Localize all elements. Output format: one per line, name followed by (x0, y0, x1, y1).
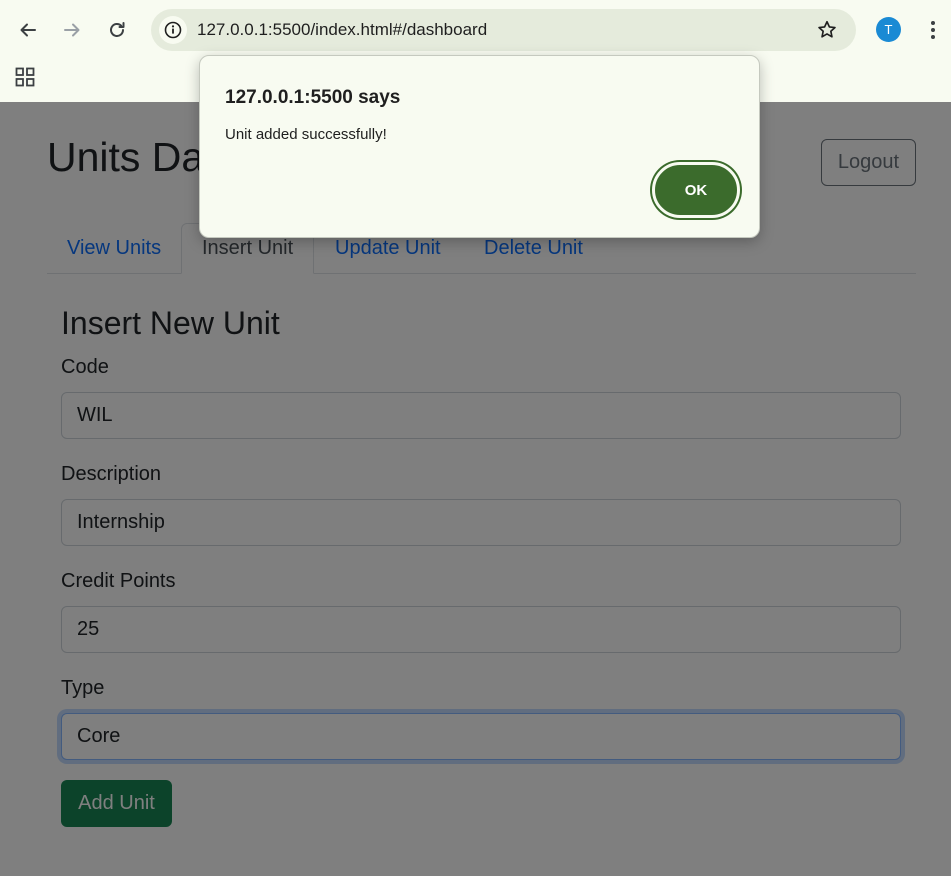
reload-icon (110, 22, 125, 37)
ok-button[interactable]: OK (652, 162, 740, 218)
dialog-message: Unit added successfully! (225, 126, 387, 143)
profile-avatar[interactable]: T (876, 17, 901, 42)
bookmark-star-icon[interactable] (816, 19, 838, 41)
apps-grid-icon[interactable] (15, 67, 35, 87)
back-button[interactable] (11, 13, 45, 47)
more-menu-icon[interactable] (922, 18, 944, 42)
url-text[interactable]: 127.0.0.1:5500/index.html#/dashboard (197, 20, 487, 40)
forward-button[interactable] (55, 13, 89, 47)
site-info-icon[interactable] (159, 16, 187, 44)
alert-dialog: 127.0.0.1:5500 says Unit added successfu… (199, 55, 760, 238)
back-arrow-icon (20, 23, 36, 37)
dialog-title: 127.0.0.1:5500 says (225, 87, 401, 108)
address-bar[interactable]: 127.0.0.1:5500/index.html#/dashboard (151, 9, 856, 51)
forward-arrow-icon (64, 23, 80, 37)
reload-button[interactable] (100, 13, 134, 47)
